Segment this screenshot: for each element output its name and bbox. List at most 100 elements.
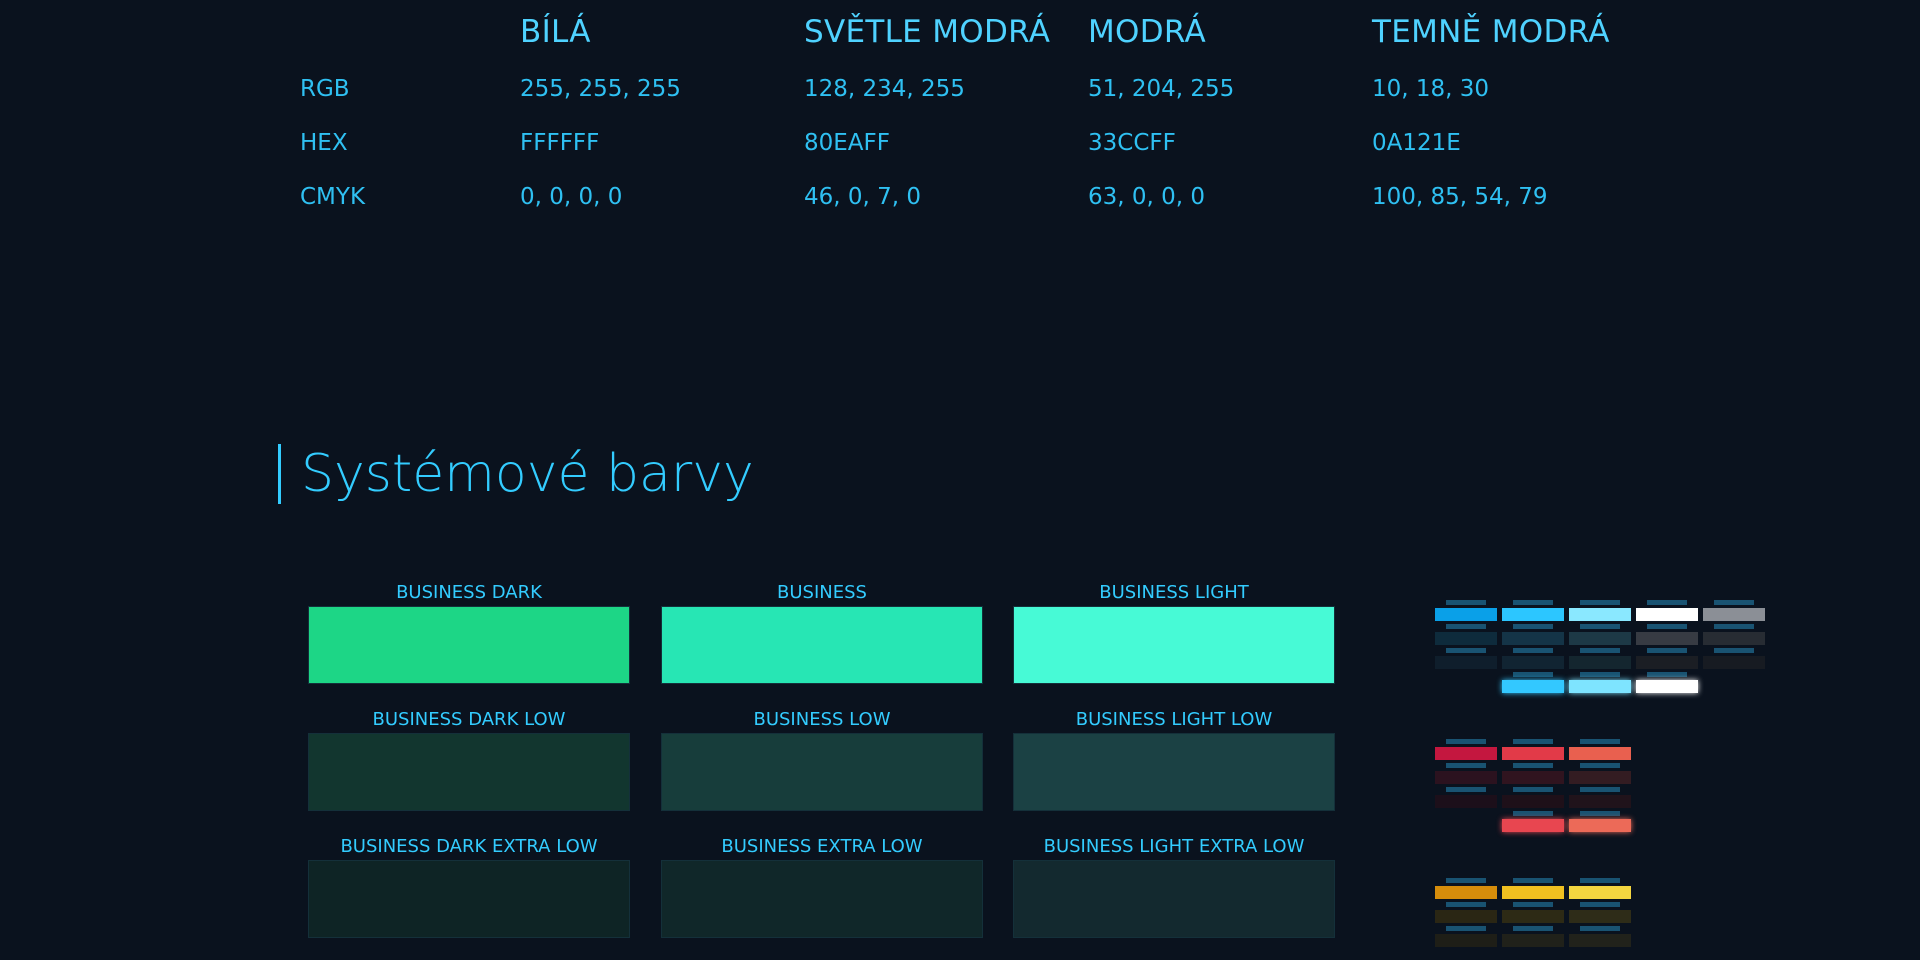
mini-swatch xyxy=(1502,632,1564,645)
row-label-rgb: RGB xyxy=(300,76,350,102)
mini-swatch xyxy=(1502,680,1564,693)
mini-swatch-label xyxy=(1580,648,1620,653)
mini-swatch xyxy=(1569,656,1631,669)
table-cell: 10, 18, 30 xyxy=(1372,76,1490,102)
swatch-color xyxy=(1013,606,1335,684)
mini-swatch-label xyxy=(1513,600,1553,605)
mini-swatch-label xyxy=(1580,672,1620,677)
mini-swatch-label xyxy=(1446,624,1486,629)
mini-swatch-label xyxy=(1714,600,1754,605)
mini-swatch xyxy=(1636,608,1698,621)
column-header-dark-blue: TEMNĚ MODRÁ xyxy=(1372,14,1610,50)
mini-swatch xyxy=(1502,747,1564,760)
mini-swatch-label xyxy=(1513,624,1553,629)
mini-swatch-label xyxy=(1580,787,1620,792)
mini-swatch-label xyxy=(1513,648,1553,653)
table-cell: 255, 255, 255 xyxy=(520,76,681,102)
swatch-label: BUSINESS DARK LOW xyxy=(372,709,566,730)
section-title: Systémové barvy xyxy=(301,444,754,504)
mini-swatch xyxy=(1502,934,1564,947)
mini-swatch-label xyxy=(1580,878,1620,883)
mini-swatch xyxy=(1569,795,1631,808)
column-header-white: BÍLÁ xyxy=(520,14,591,50)
mini-swatch xyxy=(1502,656,1564,669)
mini-swatch-label xyxy=(1513,739,1553,744)
mini-swatch xyxy=(1435,656,1497,669)
swatch-label: BUSINESS EXTRA LOW xyxy=(721,836,923,857)
mini-swatch-label xyxy=(1446,763,1486,768)
swatch-color xyxy=(661,733,983,811)
swatch-label: BUSINESS DARK xyxy=(396,582,542,603)
mini-swatch xyxy=(1502,819,1564,832)
mini-swatch-label xyxy=(1580,624,1620,629)
mini-swatch-label xyxy=(1446,600,1486,605)
mini-swatch xyxy=(1435,608,1497,621)
mini-swatch-label xyxy=(1513,811,1553,816)
mini-swatch xyxy=(1569,747,1631,760)
swatch-color xyxy=(308,606,630,684)
mini-swatch xyxy=(1569,910,1631,923)
palette-thumbnail xyxy=(1430,596,1770,960)
mini-swatch-label xyxy=(1580,811,1620,816)
row-label-cmyk: CMYK xyxy=(300,184,366,210)
mini-swatch-label xyxy=(1513,878,1553,883)
mini-swatch xyxy=(1569,886,1631,899)
mini-swatch-label xyxy=(1580,763,1620,768)
table-cell: 0A121E xyxy=(1372,130,1461,156)
mini-swatch xyxy=(1569,771,1631,784)
mini-swatch-label xyxy=(1580,739,1620,744)
mini-swatch-label xyxy=(1446,787,1486,792)
mini-swatch xyxy=(1435,934,1497,947)
column-header-light-blue: SVĚTLE MODRÁ xyxy=(804,14,1051,50)
mini-swatch xyxy=(1569,934,1631,947)
mini-swatch xyxy=(1636,680,1698,693)
swatch-color xyxy=(308,860,630,938)
mini-swatch xyxy=(1435,632,1497,645)
swatch-label: BUSINESS LIGHT LOW xyxy=(1075,709,1273,730)
mini-swatch-label xyxy=(1647,648,1687,653)
mini-swatch xyxy=(1435,795,1497,808)
mini-swatch xyxy=(1703,608,1765,621)
swatch-label: BUSINESS LIGHT EXTRA LOW xyxy=(1043,836,1305,857)
mini-swatch-label xyxy=(1580,600,1620,605)
table-cell: 0, 0, 0, 0 xyxy=(520,184,623,210)
swatch-color xyxy=(1013,733,1335,811)
swatch-label: BUSINESS DARK EXTRA LOW xyxy=(340,836,598,857)
mini-swatch-label xyxy=(1446,926,1486,931)
table-cell: 80EAFF xyxy=(804,130,890,156)
swatch-color xyxy=(661,606,983,684)
mini-swatch-label xyxy=(1513,787,1553,792)
swatch-color xyxy=(308,733,630,811)
table-cell: 51, 204, 255 xyxy=(1088,76,1235,102)
mini-swatch xyxy=(1502,795,1564,808)
mini-swatch-label xyxy=(1446,739,1486,744)
mini-swatch-label xyxy=(1647,600,1687,605)
mini-swatch xyxy=(1569,680,1631,693)
mini-swatch-label xyxy=(1647,624,1687,629)
table-cell: 100, 85, 54, 79 xyxy=(1372,184,1548,210)
swatch-label: BUSINESS LOW xyxy=(753,709,891,730)
table-cell: FFFFFF xyxy=(520,130,600,156)
section-heading: Systémové barvy xyxy=(278,444,754,504)
swatch-color xyxy=(1013,860,1335,938)
mini-swatch xyxy=(1435,771,1497,784)
swatch-label: BUSINESS xyxy=(777,582,867,603)
swatch-label: BUSINESS LIGHT xyxy=(1099,582,1249,603)
mini-swatch xyxy=(1502,886,1564,899)
mini-swatch-label xyxy=(1513,902,1553,907)
mini-swatch-label xyxy=(1446,648,1486,653)
color-table: BÍLÁ SVĚTLE MODRÁ MODRÁ TEMNĚ MODRÁ RGB … xyxy=(0,0,1920,230)
mini-swatch-label xyxy=(1446,902,1486,907)
mini-swatch xyxy=(1569,632,1631,645)
title-accent-bar xyxy=(278,444,281,504)
column-header-blue: MODRÁ xyxy=(1088,14,1207,50)
mini-swatch xyxy=(1435,910,1497,923)
mini-swatch-label xyxy=(1513,672,1553,677)
mini-swatch-label xyxy=(1446,878,1486,883)
mini-swatch xyxy=(1703,656,1765,669)
table-cell: 46, 0, 7, 0 xyxy=(804,184,922,210)
mini-swatch xyxy=(1569,819,1631,832)
mini-swatch xyxy=(1435,747,1497,760)
table-cell: 63, 0, 0, 0 xyxy=(1088,184,1206,210)
mini-swatch-label xyxy=(1647,672,1687,677)
